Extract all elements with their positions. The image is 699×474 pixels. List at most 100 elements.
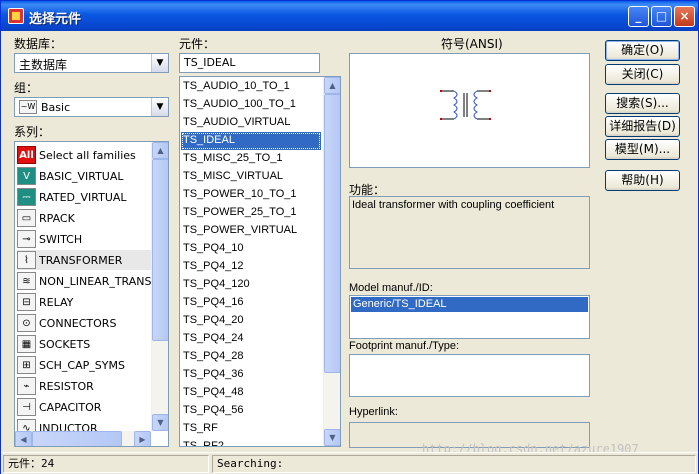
component-item[interactable]: TS_PQ4_56: [181, 402, 321, 420]
database-select[interactable]: 主数据库 ▼: [14, 53, 169, 73]
maximize-button[interactable]: □: [651, 6, 672, 27]
scroll-up-icon[interactable]: ▲: [152, 142, 168, 159]
component-scroll-thumb[interactable]: [324, 94, 340, 373]
search-button[interactable]: 搜索(S)...: [605, 93, 680, 114]
model-manuf-item[interactable]: Generic/TS_IDEAL: [351, 297, 588, 312]
family-item-label: SWITCH: [39, 232, 83, 246]
switch-icon: ⊸: [17, 230, 36, 248]
component-item[interactable]: TS_RF: [181, 420, 321, 438]
resistor-icon: ⌁: [17, 377, 36, 395]
family-horizontal-scrollbar[interactable]: ◀ ▶: [15, 431, 151, 446]
family-item[interactable]: ⌇ TRANSFORMER: [17, 250, 151, 270]
family-item[interactable]: ▭ RPACK: [17, 208, 151, 228]
component-item[interactable]: TS_AUDIO_100_TO_1: [181, 96, 321, 114]
basic-virtual-icon: V: [17, 167, 36, 185]
component-item[interactable]: TS_POWER_25_TO_1: [181, 204, 321, 222]
family-item[interactable]: V BASIC_VIRTUAL: [17, 166, 151, 186]
scroll-up-icon[interactable]: ▲: [324, 77, 340, 94]
family-item[interactable]: ▦ SOCKETS: [17, 334, 151, 354]
component-item[interactable]: TS_MISC_25_TO_1: [181, 150, 321, 168]
group-value: Basic: [41, 100, 71, 114]
family-item-label: RATED_VIRTUAL: [39, 190, 127, 204]
database-value: 主数据库: [19, 58, 68, 72]
family-item[interactable]: ⊙ CONNECTORS: [17, 313, 151, 333]
scroll-down-icon[interactable]: ▼: [324, 429, 340, 446]
component-item[interactable]: TS_PQ4_16: [181, 294, 321, 312]
component-list[interactable]: TS_AUDIO_10_TO_1 TS_AUDIO_100_TO_1 TS_AUDI…: [179, 76, 341, 447]
family-item[interactable]: ≋ NON_LINEAR_TRANSF.: [17, 271, 160, 291]
hyperlink-label: Hyperlink:: [349, 406, 398, 418]
component-item[interactable]: TS_PQ4_36: [181, 366, 321, 384]
family-item-label: RESISTOR: [39, 379, 94, 393]
family-vertical-scrollbar[interactable]: ▲ ▼: [151, 142, 168, 431]
family-hscroll-thumb[interactable]: [32, 431, 122, 446]
help-button[interactable]: 帮助(H): [605, 170, 680, 191]
component-item[interactable]: TS_AUDIO_10_TO_1: [181, 78, 321, 96]
model-manuf-list[interactable]: Generic/TS_IDEAL: [349, 295, 590, 339]
rated-virtual-icon: ⎓: [17, 188, 36, 206]
family-label: 系列：: [14, 125, 51, 139]
component-input-value: TS_IDEAL: [184, 56, 236, 69]
component-item[interactable]: TS_AUDIO_VIRTUAL: [181, 114, 321, 132]
model-manuf-label: Model manuf./ID:: [349, 282, 433, 294]
component-item[interactable]: TS_RF2: [181, 438, 321, 446]
component-item[interactable]: TS_MISC_VIRTUAL: [181, 168, 321, 186]
group-label: 组：: [14, 81, 39, 95]
all-families-icon: All: [17, 146, 36, 164]
component-name-input[interactable]: TS_IDEAL: [179, 53, 320, 73]
app-icon: [8, 8, 24, 24]
component-item[interactable]: TS_IDEAL: [181, 132, 321, 150]
component-item[interactable]: TS_PQ4_24: [181, 330, 321, 348]
component-item[interactable]: TS_PQ4_48: [181, 384, 321, 402]
group-selected: ~W Basic: [19, 100, 70, 114]
component-item[interactable]: TS_PQ4_12: [181, 258, 321, 276]
basic-group-icon: ~W: [19, 100, 37, 114]
minimize-button[interactable]: _: [628, 6, 649, 27]
family-item[interactable]: ⊞ SCH_CAP_SYMS: [17, 355, 151, 375]
component-label: 元件：: [179, 37, 216, 51]
scroll-right-icon[interactable]: ▶: [134, 431, 151, 446]
component-item[interactable]: TS_PQ4_20: [181, 312, 321, 330]
family-item[interactable]: ⊟ RELAY: [17, 292, 151, 312]
family-item-label: SOCKETS: [39, 337, 91, 351]
chevron-down-icon[interactable]: ▼: [151, 98, 168, 116]
function-text: Ideal transformer with coupling coeffici…: [352, 199, 555, 211]
component-item[interactable]: TS_PQ4_28: [181, 348, 321, 366]
family-item-label: TRANSFORMER: [39, 253, 123, 267]
relay-icon: ⊟: [17, 293, 36, 311]
family-item[interactable]: ⊣ CAPACITOR: [17, 397, 151, 417]
family-item-label: RPACK: [39, 211, 75, 225]
family-item[interactable]: ⊸ SWITCH: [17, 229, 151, 249]
component-item[interactable]: TS_POWER_VIRTUAL: [181, 222, 321, 240]
symbol-preview: [349, 53, 590, 168]
model-button[interactable]: 模型(M)...: [605, 139, 680, 160]
title-bar[interactable]: 选择元件 _ □ ×: [1, 1, 698, 31]
close-button[interactable]: 关闭(C): [605, 64, 680, 85]
group-select[interactable]: ~W Basic ▼: [14, 97, 169, 117]
sockets-icon: ▦: [17, 335, 36, 353]
family-scroll-thumb[interactable]: [152, 159, 168, 341]
scroll-down-icon[interactable]: ▼: [152, 414, 168, 431]
transformer-icon: ⌇: [17, 251, 36, 269]
chevron-down-icon[interactable]: ▼: [151, 54, 168, 72]
family-item[interactable]: ⎓ RATED_VIRTUAL: [17, 187, 151, 207]
function-description: Ideal transformer with coupling coeffici…: [349, 196, 590, 269]
footprint-list[interactable]: [349, 354, 590, 397]
family-item-label: CAPACITOR: [39, 400, 102, 414]
scroll-left-icon[interactable]: ◀: [15, 431, 32, 446]
family-item[interactable]: ⌁ RESISTOR: [17, 376, 151, 396]
close-window-button[interactable]: ×: [674, 6, 695, 27]
detail-report-button[interactable]: 详细报告(D): [605, 116, 680, 137]
window-title: 选择元件: [29, 12, 82, 27]
component-vertical-scrollbar[interactable]: ▲ ▼: [323, 77, 340, 446]
family-item-label: SCH_CAP_SYMS: [39, 358, 125, 372]
component-item[interactable]: TS_POWER_10_TO_1: [181, 186, 321, 204]
ok-button[interactable]: 确定(O): [605, 40, 680, 61]
family-list[interactable]: All Select all families V BASIC_VIRTUAL ⎓ RAT…: [14, 141, 169, 447]
component-item[interactable]: TS_PQ4_120: [181, 276, 321, 294]
component-item[interactable]: TS_PQ4_10: [181, 240, 321, 258]
family-item[interactable]: All Select all families: [17, 145, 151, 165]
capacitor-icon: ⊣: [17, 398, 36, 416]
family-item-label: NON_LINEAR_TRANSF.: [39, 274, 160, 288]
footprint-label: Footprint manuf./Type:: [349, 340, 460, 352]
